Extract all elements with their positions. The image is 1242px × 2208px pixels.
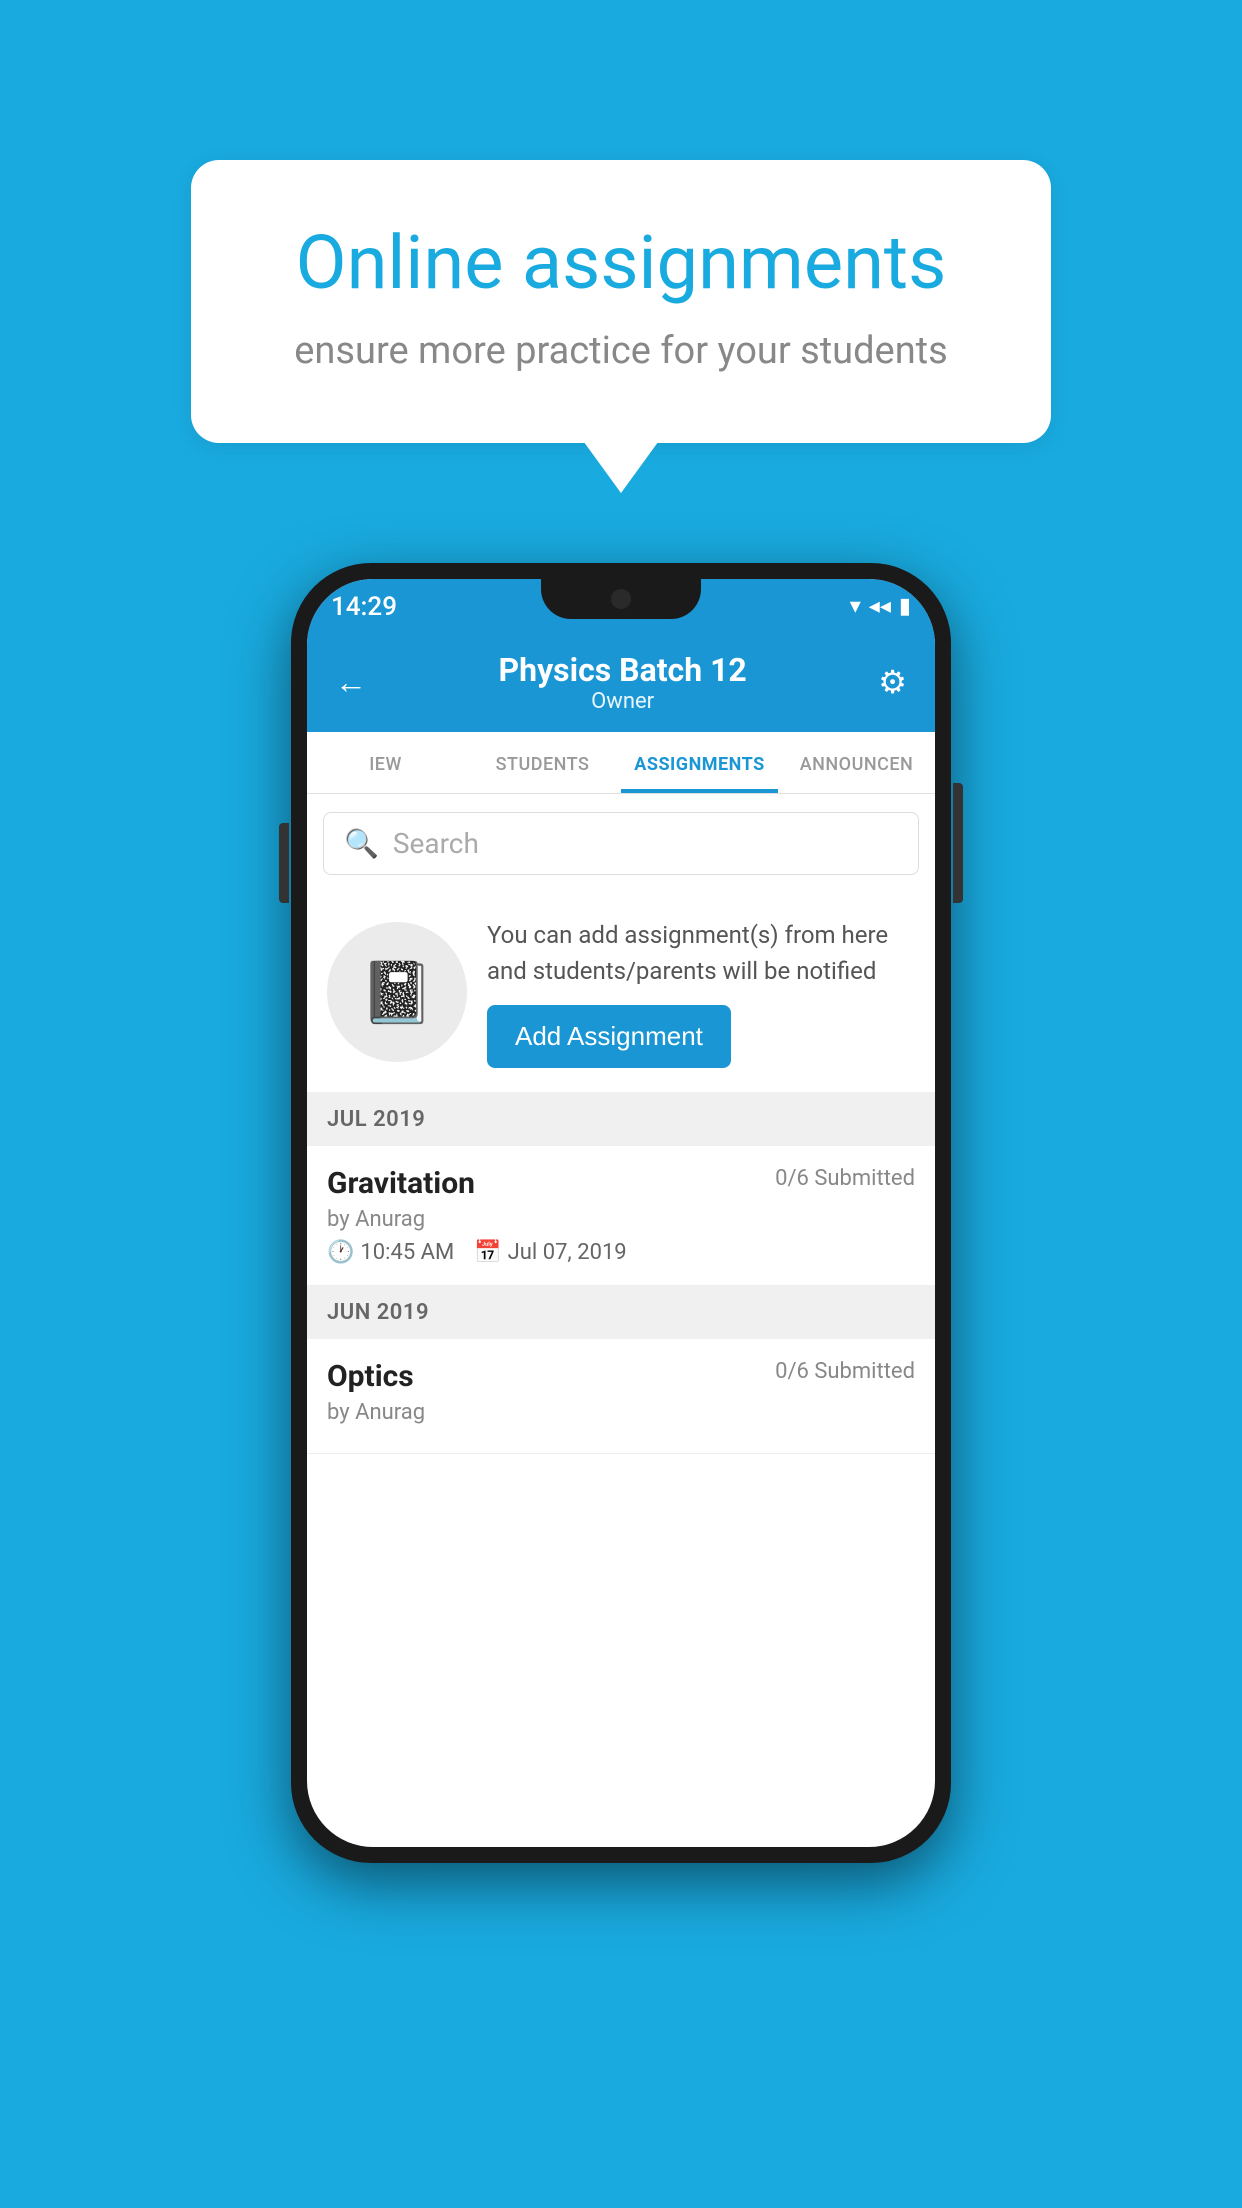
search-container: 🔍 Search [307,794,935,893]
assignment-item-optics[interactable]: Optics 0/6 Submitted by Anurag [307,1339,935,1454]
settings-button[interactable]: ⚙ [870,655,915,709]
assignment-item-gravitation[interactable]: Gravitation 0/6 Submitted by Anurag 🕐 10… [307,1146,935,1286]
tab-announcements[interactable]: ANNOUNCEN [778,732,935,793]
section-header-jun: JUN 2019 [307,1286,935,1339]
add-assignment-button[interactable]: Add Assignment [487,1005,731,1068]
search-icon: 🔍 [344,827,379,860]
submitted-badge-gravitation: 0/6 Submitted [775,1166,915,1191]
header-center: Physics Batch 12 Owner [499,651,747,714]
assignment-notebook-icon: 📓 [360,957,435,1028]
search-bar[interactable]: 🔍 Search [323,812,919,875]
assignment-name-gravitation: Gravitation [327,1166,475,1201]
header-title: Physics Batch 12 [499,651,747,689]
info-text-side: You can add assignment(s) from here and … [487,917,915,1068]
info-description: You can add assignment(s) from here and … [487,917,915,989]
app-header: ← Physics Batch 12 Owner ⚙ [307,635,935,732]
assignment-icon-circle: 📓 [327,922,467,1062]
back-button[interactable]: ← [327,655,375,709]
section-header-jul: JUL 2019 [307,1093,935,1146]
phone-screen: 14:29 ▾ ◂◂ ▮ ← Physics Batch 12 Owner ⚙ … [307,579,935,1847]
speech-bubble: Online assignments ensure more practice … [191,160,1051,443]
clock-icon: 🕐 [327,1240,354,1265]
tab-assignments[interactable]: ASSIGNMENTS [621,732,778,793]
status-icons: ▾ ◂◂ ▮ [850,594,911,619]
assignment-author-optics: by Anurag [327,1400,915,1425]
signal-icon: ◂◂ [869,594,891,619]
assignment-meta-gravitation: 🕐 10:45 AM 📅 Jul 07, 2019 [327,1240,915,1265]
wifi-icon: ▾ [850,594,861,619]
tab-iew[interactable]: IEW [307,732,464,793]
phone-notch [541,579,701,619]
assignment-date-gravitation: 📅 Jul 07, 2019 [474,1240,626,1265]
assignment-author-gravitation: by Anurag [327,1207,915,1232]
search-placeholder: Search [393,827,479,860]
status-time: 14:29 [331,592,397,622]
header-subtitle: Owner [499,689,747,714]
assignment-item-optics-top: Optics 0/6 Submitted [327,1359,915,1394]
battery-icon: ▮ [899,594,911,619]
info-card: 📓 You can add assignment(s) from here an… [307,893,935,1093]
tab-students[interactable]: STUDENTS [464,732,621,793]
phone-outer-frame: 14:29 ▾ ◂◂ ▮ ← Physics Batch 12 Owner ⚙ … [291,563,951,1863]
phone-mockup: 14:29 ▾ ◂◂ ▮ ← Physics Batch 12 Owner ⚙ … [291,563,951,1863]
assignment-name-optics: Optics [327,1359,414,1394]
tabs-bar: IEW STUDENTS ASSIGNMENTS ANNOUNCEN [307,732,935,794]
assignment-time-gravitation: 🕐 10:45 AM [327,1240,454,1265]
bubble-subtitle: ensure more practice for your students [271,329,971,373]
calendar-icon: 📅 [474,1240,501,1265]
bubble-title: Online assignments [271,220,971,309]
submitted-badge-optics: 0/6 Submitted [775,1359,915,1384]
camera-cutout [611,589,631,609]
assignment-item-top: Gravitation 0/6 Submitted [327,1166,915,1201]
